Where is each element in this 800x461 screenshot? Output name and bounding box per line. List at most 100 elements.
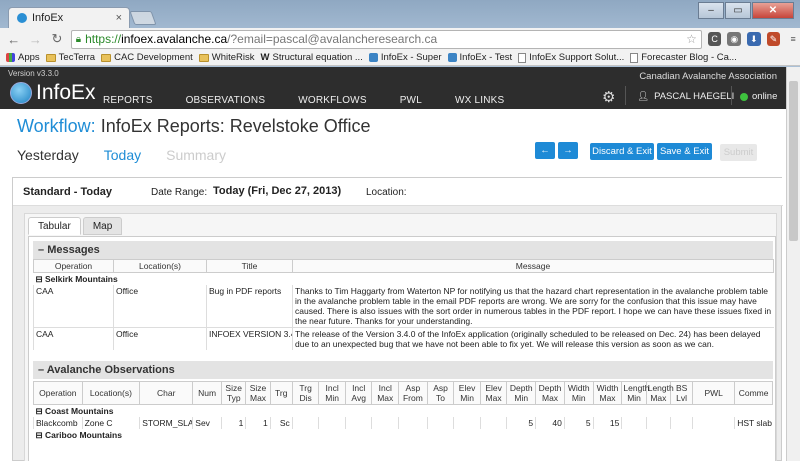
bookmark-item[interactable]: InfoEx - Super bbox=[368, 52, 442, 63]
url-prefix: https:// bbox=[85, 32, 122, 46]
status-label: online bbox=[752, 91, 778, 102]
infoex-logo[interactable]: InfoEx bbox=[10, 81, 96, 105]
tab-close-icon[interactable]: × bbox=[116, 12, 122, 24]
nav-workflows[interactable]: WORKFLOWS bbox=[298, 95, 366, 106]
maximize-button[interactable]: ▭ bbox=[725, 2, 751, 19]
window-close-button[interactable]: ✕ bbox=[752, 2, 794, 19]
snowflake-logo-icon bbox=[10, 82, 32, 104]
bookmark-item[interactable]: TecTerra bbox=[45, 52, 95, 63]
new-tab-button[interactable] bbox=[129, 11, 157, 25]
col-size-max[interactable]: Size Max bbox=[245, 381, 271, 405]
col-trg-dis[interactable]: Trg Dis bbox=[291, 381, 320, 405]
reload-icon[interactable]: ↻ bbox=[49, 31, 65, 47]
version-label: Version v3.3.0 bbox=[8, 69, 59, 78]
cell-operation: CAA bbox=[33, 327, 114, 350]
group-row[interactable]: ⊟ Selkirk Mountains bbox=[33, 272, 774, 285]
col-asp-from[interactable]: Asp From bbox=[398, 381, 428, 405]
col-comme[interactable]: Comme bbox=[734, 381, 773, 405]
group-row[interactable]: ⊟ Cariboo Mountains bbox=[33, 429, 773, 441]
tab-today[interactable]: Today bbox=[104, 147, 141, 163]
col-width-min[interactable]: Width Min bbox=[563, 381, 594, 405]
tab-summary[interactable]: Summary bbox=[166, 147, 226, 163]
nav-wx-links[interactable]: WX LINKS bbox=[455, 95, 504, 106]
table-cell bbox=[670, 417, 693, 429]
nav-observations[interactable]: OBSERVATIONS bbox=[186, 95, 266, 106]
bookmark-item[interactable]: Apps bbox=[6, 52, 40, 63]
nav-reports[interactable]: REPORTS bbox=[103, 95, 153, 106]
col-incl-min[interactable]: Incl Min bbox=[318, 381, 346, 405]
table-cell: Sc bbox=[269, 417, 293, 429]
col-incl-max[interactable]: Incl Max bbox=[371, 381, 399, 405]
table-cell bbox=[645, 417, 671, 429]
bookmark-item[interactable]: Forecaster Blog - Ca... bbox=[630, 52, 737, 63]
tab-map[interactable]: Map bbox=[82, 217, 123, 235]
gear-icon[interactable]: ⚙ bbox=[602, 88, 615, 106]
group-row[interactable]: ⊟ Coast Mountains bbox=[33, 404, 773, 417]
scrollbar-thumb[interactable] bbox=[789, 81, 798, 241]
col-length-min[interactable]: Length Min bbox=[621, 381, 649, 405]
extension-c-icon[interactable]: C bbox=[707, 32, 722, 46]
col-pwl[interactable]: PWL bbox=[692, 381, 736, 405]
tab-tabular[interactable]: Tabular bbox=[28, 217, 81, 235]
col-char[interactable]: Char bbox=[139, 381, 194, 405]
infoex-app: Version v3.3.0 Canadian Avalanche Associ… bbox=[0, 67, 786, 461]
folder-icon bbox=[198, 53, 209, 62]
col-incl-avg[interactable]: Incl Avg bbox=[344, 381, 373, 405]
bookmark-label: Structural equation ... bbox=[272, 52, 363, 63]
nav-pwl[interactable]: PWL bbox=[400, 95, 422, 106]
bookmark-item[interactable]: InfoEx - Test bbox=[447, 52, 512, 63]
col-message[interactable]: Message bbox=[292, 259, 774, 273]
previous-button[interactable]: ← bbox=[535, 142, 555, 159]
avalanche-section-header[interactable]: – Avalanche Observations bbox=[33, 361, 773, 379]
extension-circle-icon[interactable]: ◉ bbox=[727, 32, 742, 46]
forward-icon[interactable]: → bbox=[28, 32, 44, 47]
table-row[interactable]: Blackcomb Zone C STORM_SLA Sev 1 1 Sc 5 40 5 15 HST… bbox=[33, 417, 773, 429]
tab-yesterday[interactable]: Yesterday bbox=[17, 147, 79, 163]
next-button[interactable]: → bbox=[558, 142, 578, 159]
user-menu[interactable]: 👤︎ PASCAL HAEGELI bbox=[637, 91, 734, 102]
col-depth-max[interactable]: Depth Max bbox=[535, 381, 565, 405]
col-width-max[interactable]: Width Max bbox=[592, 381, 623, 405]
bookmark-label: WhiteRisk bbox=[211, 52, 255, 63]
address-bar[interactable]: 🔒︎ https://infoex.avalanche.ca/?email=pa… bbox=[70, 29, 702, 49]
bookmark-star-icon[interactable]: ☆ bbox=[686, 32, 697, 46]
discard-exit-button[interactable]: Discard & Exit bbox=[590, 143, 654, 160]
bookmark-item[interactable]: CAC Development bbox=[101, 52, 193, 63]
col-title[interactable]: Title bbox=[206, 259, 293, 273]
date-range-label: Date Range: bbox=[151, 187, 208, 198]
col-depth-min[interactable]: Depth Min bbox=[506, 381, 537, 405]
browser-tab[interactable]: InfoEx × bbox=[8, 7, 130, 28]
col-elev-min[interactable]: Elev Min bbox=[453, 381, 481, 405]
bookmark-item[interactable]: InfoEx Support Solut... bbox=[518, 52, 624, 63]
col-length-max[interactable]: Length Max bbox=[645, 381, 674, 405]
col-elev-max[interactable]: Elev Max bbox=[479, 381, 508, 405]
w-icon: W bbox=[260, 52, 270, 63]
table-row[interactable]: CAA Office INFOEX VERSION 3.4.X - D The … bbox=[33, 327, 774, 350]
date-value: Today (Fri, Dec 27, 2013) bbox=[213, 185, 342, 197]
bookmark-item[interactable]: W Structural equation ... bbox=[261, 52, 363, 63]
page-scrollbar[interactable] bbox=[786, 67, 800, 461]
cell-operation: CAA bbox=[33, 285, 114, 328]
col-num[interactable]: Num bbox=[192, 381, 223, 405]
extension-download-icon[interactable]: ⬇ bbox=[747, 32, 761, 46]
col-locations[interactable]: Location(s) bbox=[113, 259, 207, 273]
messages-section-header[interactable]: – Messages bbox=[33, 241, 773, 259]
cell-location: Office bbox=[113, 285, 207, 328]
col-location-s[interactable]: Location(s) bbox=[81, 381, 141, 405]
minimize-button[interactable]: – bbox=[698, 2, 724, 19]
table-row[interactable]: CAA Office Bug in PDF reports Thanks to … bbox=[33, 285, 774, 328]
bookmark-label: InfoEx Support Solut... bbox=[529, 52, 625, 63]
table-cell: 1 bbox=[245, 417, 271, 429]
back-icon[interactable]: ← bbox=[6, 32, 22, 47]
submit-button[interactable]: Submit bbox=[720, 144, 757, 161]
col-operation[interactable]: Operation bbox=[33, 259, 114, 273]
menu-icon[interactable]: ≡ bbox=[786, 32, 800, 46]
col-trg[interactable]: Trg bbox=[269, 381, 293, 405]
extension-wrench-icon[interactable]: ✎ bbox=[766, 32, 781, 46]
app-header: Version v3.3.0 Canadian Avalanche Associ… bbox=[0, 67, 786, 109]
col-operation[interactable]: Operation bbox=[33, 381, 83, 405]
col-asp-to[interactable]: Asp To bbox=[426, 381, 455, 405]
bookmark-item[interactable]: WhiteRisk bbox=[198, 52, 255, 63]
col-size-typ[interactable]: Size Typ bbox=[221, 381, 247, 405]
save-exit-button[interactable]: Save & Exit bbox=[657, 143, 712, 160]
